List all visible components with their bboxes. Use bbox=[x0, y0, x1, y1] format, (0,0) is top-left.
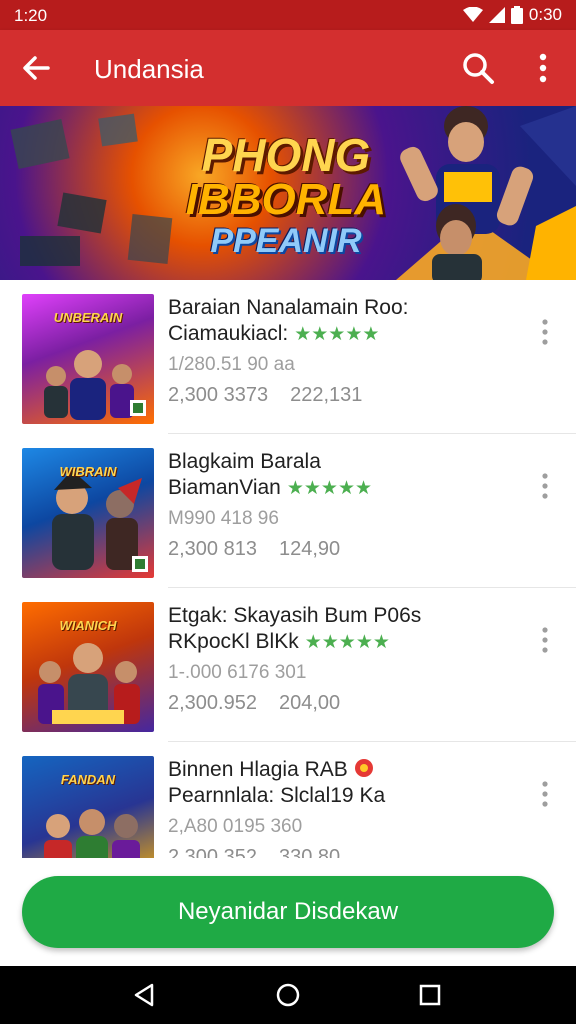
banner-title-line3: PPEANIR bbox=[210, 222, 362, 260]
item-title: Blagkaim Barala bbox=[168, 450, 321, 473]
banner-title-line2: IBBORLA bbox=[185, 175, 387, 224]
item-stats: 2,300.952 204,00 bbox=[168, 692, 340, 715]
item-subtitle: RKpocKl BlKk bbox=[168, 630, 299, 653]
game-thumbnail[interactable]: WIANICH bbox=[22, 602, 154, 732]
item-subtitle: Ciamaukiacl: bbox=[168, 322, 289, 345]
item-subtitle-row: BiamanVian ★★★★★ bbox=[168, 476, 372, 500]
banner-title: PHONG IBBORLA PPEANIR bbox=[176, 132, 396, 258]
status-bar: 1:20 0:30 bbox=[0, 0, 576, 30]
status-icons: 0:30 bbox=[462, 5, 562, 25]
list-item[interactable]: FANDAN Binnen Hlagia RAB Pearnnlala: Slc… bbox=[0, 742, 576, 858]
list-item[interactable]: UNBERAIN Baraian Nanalamain Roo: Ciamauk… bbox=[0, 280, 576, 434]
item-stat-left: 2,300.952 bbox=[168, 692, 257, 714]
item-overflow-icon[interactable] bbox=[538, 626, 552, 654]
promo-banner[interactable]: PHONG IBBORLA PPEANIR bbox=[0, 106, 576, 280]
signal-icon bbox=[488, 7, 505, 23]
item-overflow-icon[interactable] bbox=[538, 318, 552, 346]
item-stat-left: 2,300 352 bbox=[168, 846, 257, 858]
item-stat-left: 2,300 3373 bbox=[168, 384, 269, 406]
item-title-row: Binnen Hlagia RAB bbox=[168, 758, 374, 782]
rating-stars: ★★★★★ bbox=[304, 632, 390, 653]
app-bar-title: Undansia bbox=[94, 54, 204, 84]
item-overflow-icon[interactable] bbox=[538, 472, 552, 500]
nav-recents-icon[interactable] bbox=[416, 981, 444, 1009]
status-time: 1:20 bbox=[14, 6, 48, 25]
item-meta-line: M990 418 96 bbox=[168, 508, 279, 529]
rating-stars: ★★★★★ bbox=[294, 324, 380, 345]
rating-stars: ★★★★★ bbox=[286, 478, 373, 499]
item-stat-right: 330,80 bbox=[278, 846, 341, 858]
banner-title-line1: PHONG bbox=[201, 129, 371, 181]
nav-back-icon[interactable] bbox=[130, 981, 158, 1009]
banner-hero-characters bbox=[400, 106, 576, 280]
thumbnail-title: UNBERAIN bbox=[53, 310, 123, 325]
item-stats: 2,300 352 330,80 bbox=[168, 846, 340, 858]
item-meta-line: 2,A80 0195 360 bbox=[168, 816, 303, 837]
game-thumbnail[interactable]: FANDAN bbox=[22, 756, 154, 858]
thumbnail-title: WIBRAIN bbox=[59, 464, 117, 479]
item-stat-left: 2,300 813 bbox=[168, 538, 257, 560]
search-icon[interactable] bbox=[460, 50, 496, 86]
item-stat-right: 124,90 bbox=[278, 538, 341, 560]
item-title: Binnen Hlagia RAB bbox=[168, 758, 348, 781]
item-stat-right: 204,00 bbox=[278, 692, 341, 714]
item-overflow-icon[interactable] bbox=[538, 780, 552, 808]
item-subtitle: BiamanVian bbox=[168, 476, 281, 499]
back-arrow-icon[interactable] bbox=[18, 50, 54, 86]
game-thumbnail[interactable]: UNBERAIN bbox=[22, 294, 154, 424]
item-subtitle-row: RKpocKl BlKk ★★★★★ bbox=[168, 630, 390, 654]
status-right-time: 0:30 bbox=[528, 5, 562, 24]
thumbnail-title: FANDAN bbox=[60, 772, 116, 787]
item-title: Etgak: Skayasih Bum P06s bbox=[168, 604, 422, 627]
primary-action-button[interactable]: Neyanidar Disdekaw bbox=[22, 876, 554, 948]
game-thumbnail[interactable]: WIBRAIN bbox=[22, 448, 154, 578]
item-meta-line: 1/280.51 90 aa bbox=[168, 354, 295, 375]
badge-icon bbox=[354, 759, 373, 777]
item-stat-right: 222,131 bbox=[290, 384, 363, 406]
wifi-icon bbox=[462, 7, 483, 22]
item-stats: 2,300 813 124,90 bbox=[168, 538, 340, 561]
system-nav-bar bbox=[0, 966, 576, 1024]
app-bar: Undansia bbox=[0, 30, 576, 106]
item-subtitle: Pearnnlala: Slclal19 Ka bbox=[168, 784, 386, 807]
bottom-action-area: Neyanidar Disdekaw bbox=[0, 858, 576, 966]
thumbnail-title: WIANICH bbox=[59, 618, 117, 633]
nav-home-icon[interactable] bbox=[274, 981, 302, 1009]
battery-icon bbox=[510, 6, 523, 24]
item-title: Baraian Nanalamain Roo: bbox=[168, 296, 409, 319]
item-stats: 2,300 3373 222,131 bbox=[168, 384, 362, 407]
list-item[interactable]: WIANICH Etgak: Skayasih Bum P06s RKpocKl… bbox=[0, 588, 576, 742]
item-meta-line: 1-.000 6176 301 bbox=[168, 662, 307, 683]
list-item[interactable]: WIBRAIN Blagkaim Barala BiamanVian ★★★★★ … bbox=[0, 434, 576, 588]
game-list: UNBERAIN Baraian Nanalamain Roo: Ciamauk… bbox=[0, 280, 576, 858]
more-vert-icon[interactable] bbox=[528, 50, 558, 86]
item-subtitle-row: Ciamaukiacl: ★★★★★ bbox=[168, 322, 379, 346]
